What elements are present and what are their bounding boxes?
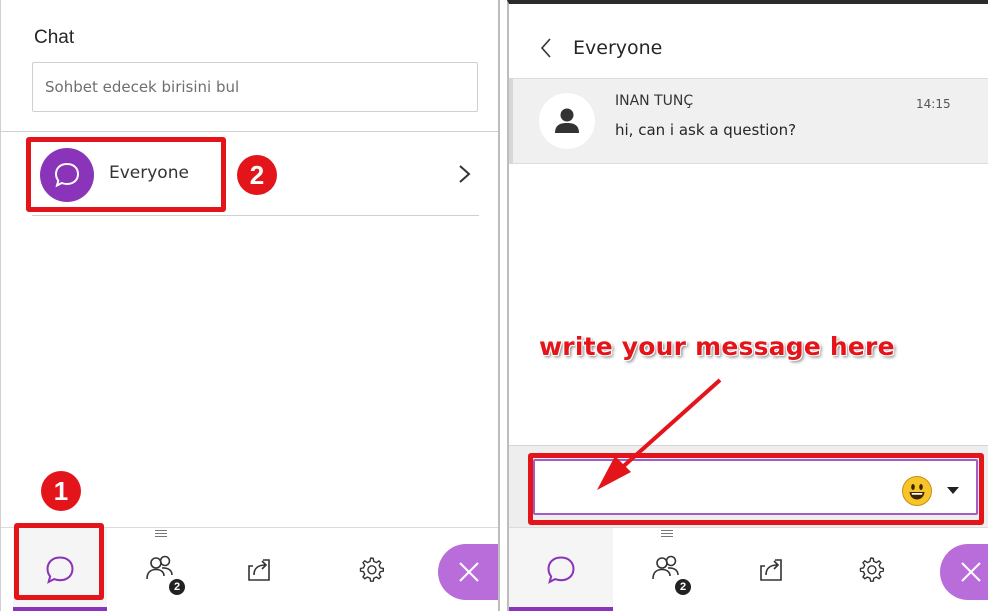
drag-handle-icon <box>661 530 673 537</box>
chevron-left-icon[interactable] <box>539 36 553 60</box>
close-panel-button[interactable] <box>940 544 988 600</box>
message-sender: INAN TUNÇ <box>615 93 694 109</box>
close-icon <box>961 562 981 582</box>
gear-icon <box>359 557 384 582</box>
panel-separator <box>500 0 507 611</box>
message-text: hi, can i ask a question? <box>615 121 797 139</box>
participants-tab[interactable]: 2 <box>619 528 715 611</box>
participants-count-badge: 2 <box>169 579 185 595</box>
chevron-right-icon <box>459 165 471 183</box>
chat-icon <box>547 556 575 584</box>
chat-list-panel: Chat Everyone 2 1 <box>0 0 500 611</box>
gear-icon <box>859 557 884 582</box>
conversation-panel: Everyone INAN TUNÇ 14:15 hi, can i ask a… <box>507 0 988 611</box>
participants-count-badge: 2 <box>675 579 691 595</box>
user-icon <box>555 108 579 133</box>
settings-tab[interactable] <box>823 528 919 611</box>
chat-message: INAN TUNÇ 14:15 hi, can i ask a question… <box>509 78 988 164</box>
share-content-tab[interactable] <box>211 528 307 611</box>
annotation-step-1: 1 <box>41 471 81 511</box>
close-icon <box>459 562 479 582</box>
share-content-icon <box>248 559 270 581</box>
settings-tab[interactable] <box>323 528 419 611</box>
share-content-icon <box>760 559 782 581</box>
annotation-step-2: 2 <box>237 155 277 195</box>
close-panel-button[interactable] <box>438 544 498 600</box>
divider <box>32 215 479 216</box>
panel-title: Chat <box>34 27 75 48</box>
participants-tab[interactable]: 2 <box>113 528 209 611</box>
annotation-highlight-chat-tab <box>14 523 104 600</box>
divider <box>1 131 498 132</box>
annotation-highlight-input <box>528 453 984 525</box>
drag-handle-icon <box>155 530 167 537</box>
conversation-title: Everyone <box>573 37 663 59</box>
chat-tab[interactable] <box>509 528 613 611</box>
search-input[interactable] <box>32 62 478 112</box>
avatar <box>539 93 595 149</box>
share-content-tab[interactable] <box>723 528 819 611</box>
bottom-toolbar: 2 <box>509 527 988 611</box>
annotation-highlight-everyone <box>26 137 226 212</box>
message-time: 14:15 <box>916 97 951 111</box>
annotation-instruction: write your message here <box>539 332 895 361</box>
